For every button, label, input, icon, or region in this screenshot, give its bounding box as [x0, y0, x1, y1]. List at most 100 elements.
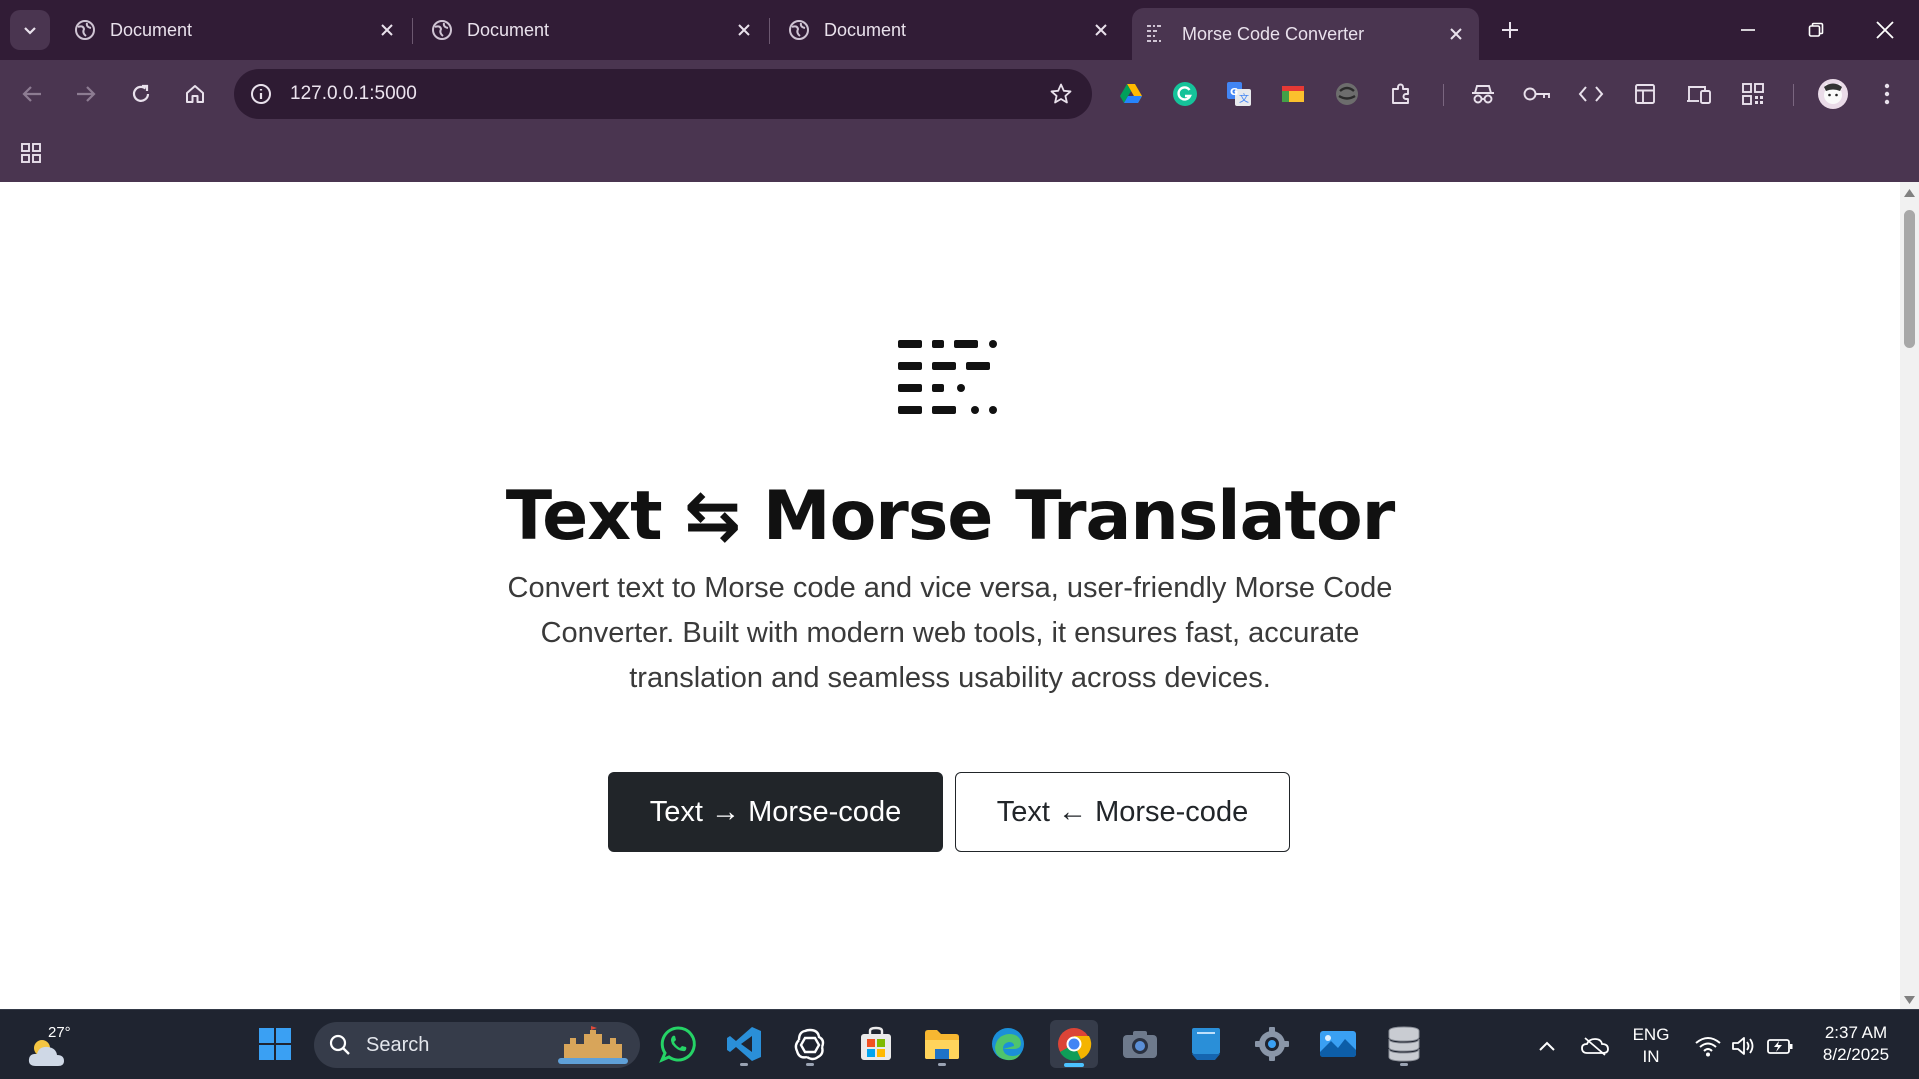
close-icon[interactable] — [1443, 21, 1469, 47]
google-drive-icon[interactable] — [1114, 77, 1148, 111]
wifi-icon[interactable] — [1694, 1032, 1722, 1060]
chatgpt-icon[interactable] — [786, 1020, 834, 1068]
browser-toolbar: 127.0.0.1:5000 G文 — [0, 60, 1919, 128]
password-key-icon[interactable] — [1520, 77, 1554, 111]
file-explorer-icon[interactable] — [918, 1020, 966, 1068]
page-description: Convert text to Morse code and vice vers… — [507, 572, 1393, 694]
close-icon[interactable] — [374, 17, 400, 43]
settings-icon[interactable] — [1248, 1020, 1296, 1068]
microsoft-store-icon[interactable] — [852, 1020, 900, 1068]
google-translate-icon[interactable]: G文 — [1222, 77, 1256, 111]
reload-button[interactable] — [121, 74, 161, 114]
weather-widget[interactable]: 27° — [26, 1024, 76, 1070]
svg-text:G: G — [1230, 87, 1238, 98]
address-bar[interactable]: 127.0.0.1:5000 — [234, 69, 1092, 119]
vpn-icon[interactable] — [1330, 77, 1364, 111]
page-title: Text ⇆ Morse Translator — [505, 477, 1396, 556]
home-icon — [186, 85, 204, 103]
tab-document-1[interactable]: Document — [60, 8, 410, 52]
profile-avatar[interactable] — [1816, 77, 1850, 111]
language-code: ENG — [1632, 1025, 1670, 1044]
tab-divider — [769, 18, 770, 44]
close-icon — [1876, 21, 1894, 39]
globe-icon — [431, 19, 453, 41]
close-icon[interactable] — [1088, 17, 1114, 43]
chromecast-icon[interactable] — [1276, 77, 1310, 111]
grammarly-icon[interactable] — [1168, 77, 1202, 111]
restore-icon — [1808, 22, 1824, 37]
clock[interactable]: 2:37 AM 8/2/2025 — [1808, 1022, 1904, 1066]
whatsapp-icon[interactable] — [654, 1020, 702, 1068]
tab-label: Document — [467, 19, 550, 40]
search-placeholder: Search — [366, 1034, 430, 1056]
page-content: Text ⇆ Morse Translator Convert text to … — [0, 182, 1900, 1009]
close-window-button[interactable] — [1863, 8, 1907, 52]
notes-icon[interactable] — [1182, 1020, 1230, 1068]
tab-document-2[interactable]: Document — [417, 8, 767, 52]
close-icon[interactable] — [731, 17, 757, 43]
kebab-menu-icon[interactable] — [1870, 77, 1904, 111]
morse-favicon-icon — [1146, 23, 1168, 45]
minimize-button[interactable] — [1726, 8, 1770, 52]
vscode-icon[interactable] — [720, 1020, 768, 1068]
camera-icon[interactable] — [1116, 1020, 1164, 1068]
windows-start-icon[interactable] — [251, 1020, 299, 1068]
home-button[interactable] — [175, 74, 215, 114]
scroll-down-icon[interactable] — [1904, 995, 1915, 1005]
devtools-code-icon[interactable] — [1574, 77, 1608, 111]
vertical-scrollbar[interactable] — [1900, 182, 1919, 1009]
minimize-icon — [1741, 29, 1755, 31]
scrollbar-thumb[interactable] — [1904, 210, 1915, 348]
running-indicator — [938, 1063, 946, 1066]
restore-button[interactable] — [1794, 8, 1838, 52]
database-icon[interactable] — [1380, 1020, 1428, 1068]
qr-code-icon[interactable] — [1736, 77, 1770, 111]
clock-date: 8/2/2025 — [1822, 1045, 1890, 1064]
bookmark-star-icon[interactable] — [1048, 81, 1074, 107]
volume-icon[interactable] — [1730, 1032, 1758, 1060]
sandcastle-icon — [558, 1026, 628, 1064]
toolbar-divider — [1443, 84, 1444, 106]
tab-morse-code-converter[interactable]: Morse Code Converter — [1132, 8, 1479, 60]
chevron-up-icon[interactable] — [1533, 1032, 1561, 1060]
incognito-icon[interactable] — [1466, 77, 1500, 111]
tab-strip: Document Document Document Morse Code Co… — [0, 0, 1919, 60]
photos-icon[interactable] — [1314, 1020, 1362, 1068]
text-to-morse-button[interactable]: Text → Morse-code — [608, 772, 943, 852]
arrow-left-icon — [22, 86, 41, 102]
running-indicator — [740, 1063, 748, 1066]
input-language[interactable]: ENG IN — [1628, 1024, 1674, 1068]
tab-label: Morse Code Converter — [1182, 23, 1365, 44]
search-icon — [329, 1034, 350, 1055]
morse-to-text-button[interactable]: Text ← Morse-code — [955, 772, 1290, 852]
tab-document-3[interactable]: Document — [774, 8, 1124, 52]
device-mode-icon[interactable] — [1682, 77, 1716, 111]
bookmarks-bar — [0, 128, 1919, 182]
arrow-right-icon — [77, 86, 96, 102]
extensions-puzzle-icon[interactable] — [1384, 77, 1418, 111]
back-button[interactable] — [12, 74, 52, 114]
plus-icon — [1502, 22, 1518, 38]
forward-button[interactable] — [66, 74, 106, 114]
chrome-icon[interactable] — [1050, 1020, 1098, 1068]
morse-logo-icon — [898, 340, 997, 414]
clock-time: 2:37 AM — [1824, 1023, 1888, 1042]
new-tab-button[interactable] — [1494, 14, 1526, 46]
scroll-up-icon[interactable] — [1904, 188, 1915, 198]
battery-charging-icon[interactable] — [1766, 1032, 1794, 1060]
tab-label: Document — [824, 19, 907, 40]
apps-grid-icon[interactable] — [16, 138, 46, 168]
running-indicator — [806, 1063, 814, 1066]
tab-search-button[interactable] — [10, 10, 50, 50]
tab-label: Document — [110, 19, 193, 40]
edge-icon[interactable] — [984, 1020, 1032, 1068]
onedrive-icon[interactable] — [1581, 1032, 1609, 1060]
active-indicator — [1064, 1063, 1084, 1067]
site-info-icon[interactable] — [248, 81, 274, 107]
globe-icon — [788, 19, 810, 41]
svg-text:文: 文 — [1239, 92, 1249, 105]
tab-layout-icon[interactable] — [1628, 77, 1662, 111]
chevron-down-icon — [24, 27, 36, 35]
taskbar-search[interactable]: Search — [314, 1022, 640, 1068]
url-text: 127.0.0.1:5000 — [290, 83, 417, 104]
